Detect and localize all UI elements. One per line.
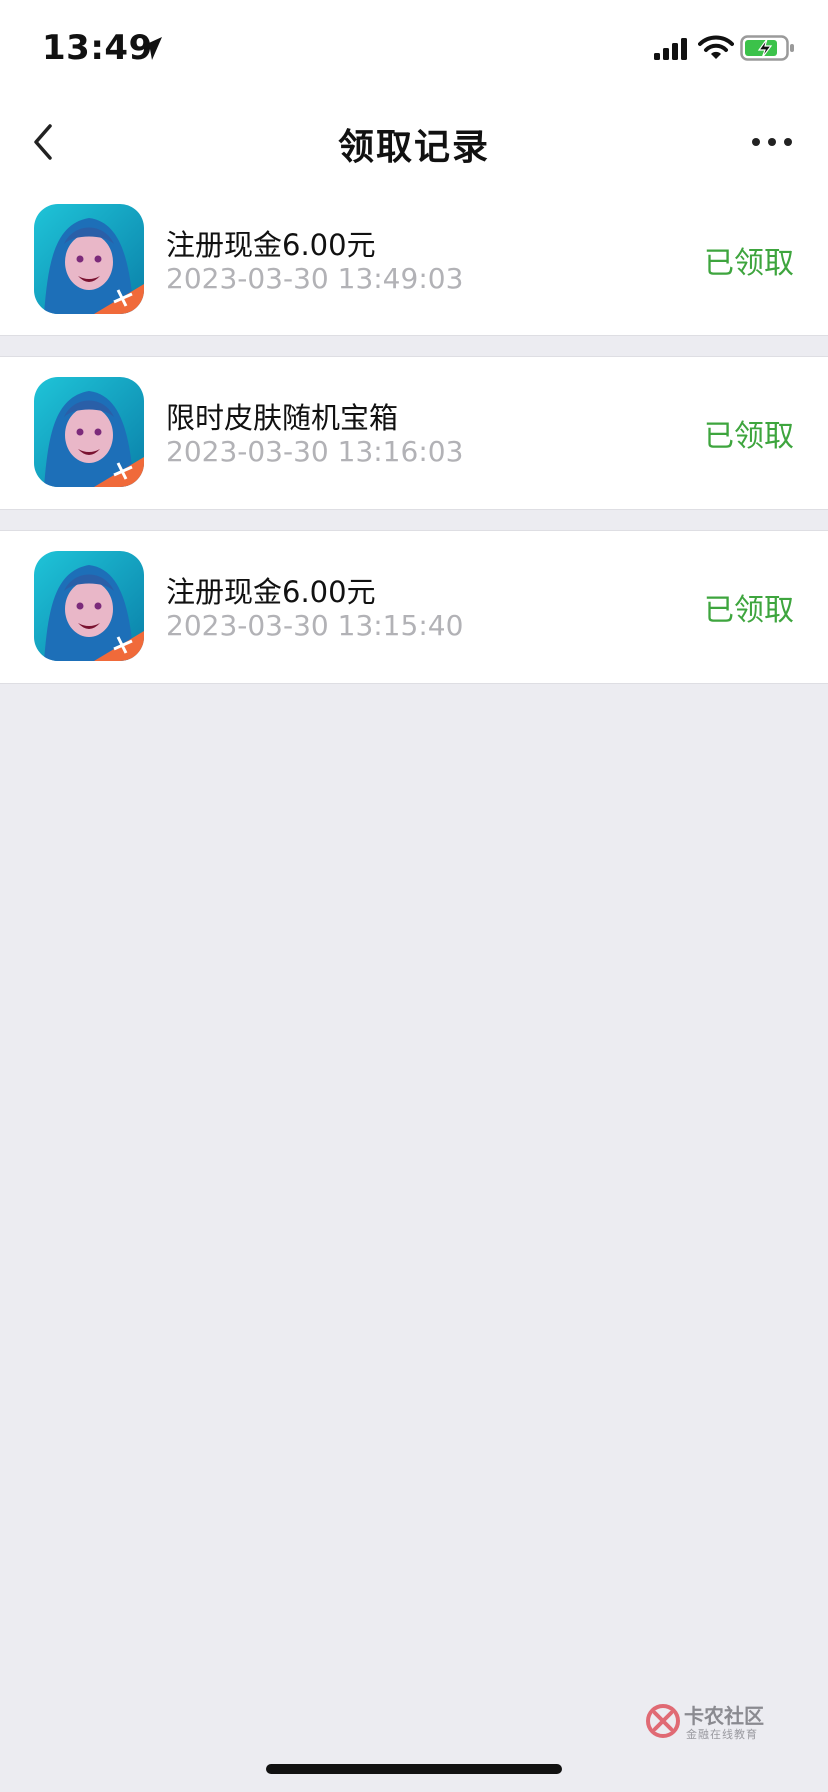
status-bar: 13:49 <box>0 0 828 100</box>
list-item[interactable]: 注册现金6.00元 2023-03-30 13:15:40 已领取 <box>0 530 828 684</box>
home-indicator[interactable] <box>266 1764 562 1774</box>
watermark-subtitle: 金融在线教育 <box>686 1728 758 1741</box>
record-list: 注册现金6.00元 2023-03-30 13:49:03 已领取 限时皮肤随机… <box>0 196 828 684</box>
record-name: 限时皮肤随机宝箱 <box>166 401 399 435</box>
record-time: 2023-03-30 13:49:03 <box>166 262 464 295</box>
ellipsis-icon[interactable] <box>748 128 796 156</box>
status-badge: 已领取 <box>704 593 794 628</box>
list-item[interactable]: 限时皮肤随机宝箱 2023-03-30 13:16:03 已领取 <box>0 356 828 510</box>
watermark-title: 卡农社区 <box>684 1704 764 1728</box>
cellular-signal-icon <box>654 38 687 60</box>
record-time: 2023-03-30 13:15:40 <box>166 609 464 642</box>
page-title: 领取记录 <box>337 127 490 168</box>
list-item[interactable]: 注册现金6.00元 2023-03-30 13:49:03 已领取 <box>0 196 828 336</box>
kanong-logo-icon <box>646 1704 680 1738</box>
status-badge: 已领取 <box>704 246 794 281</box>
record-time: 2023-03-30 13:16:03 <box>166 435 464 468</box>
record-name: 注册现金6.00元 <box>166 228 376 262</box>
battery-charging-icon <box>740 35 794 61</box>
game-app-icon <box>34 551 144 661</box>
status-badge: 已领取 <box>704 419 794 454</box>
location-arrow-icon <box>140 37 162 60</box>
game-app-icon <box>34 377 144 487</box>
nav-bar: 领取记录 <box>0 100 828 196</box>
record-name: 注册现金6.00元 <box>166 575 376 609</box>
watermark: 卡农社区 金融在线教育 <box>646 1700 776 1744</box>
game-app-icon <box>34 204 144 314</box>
wifi-icon <box>698 35 734 59</box>
